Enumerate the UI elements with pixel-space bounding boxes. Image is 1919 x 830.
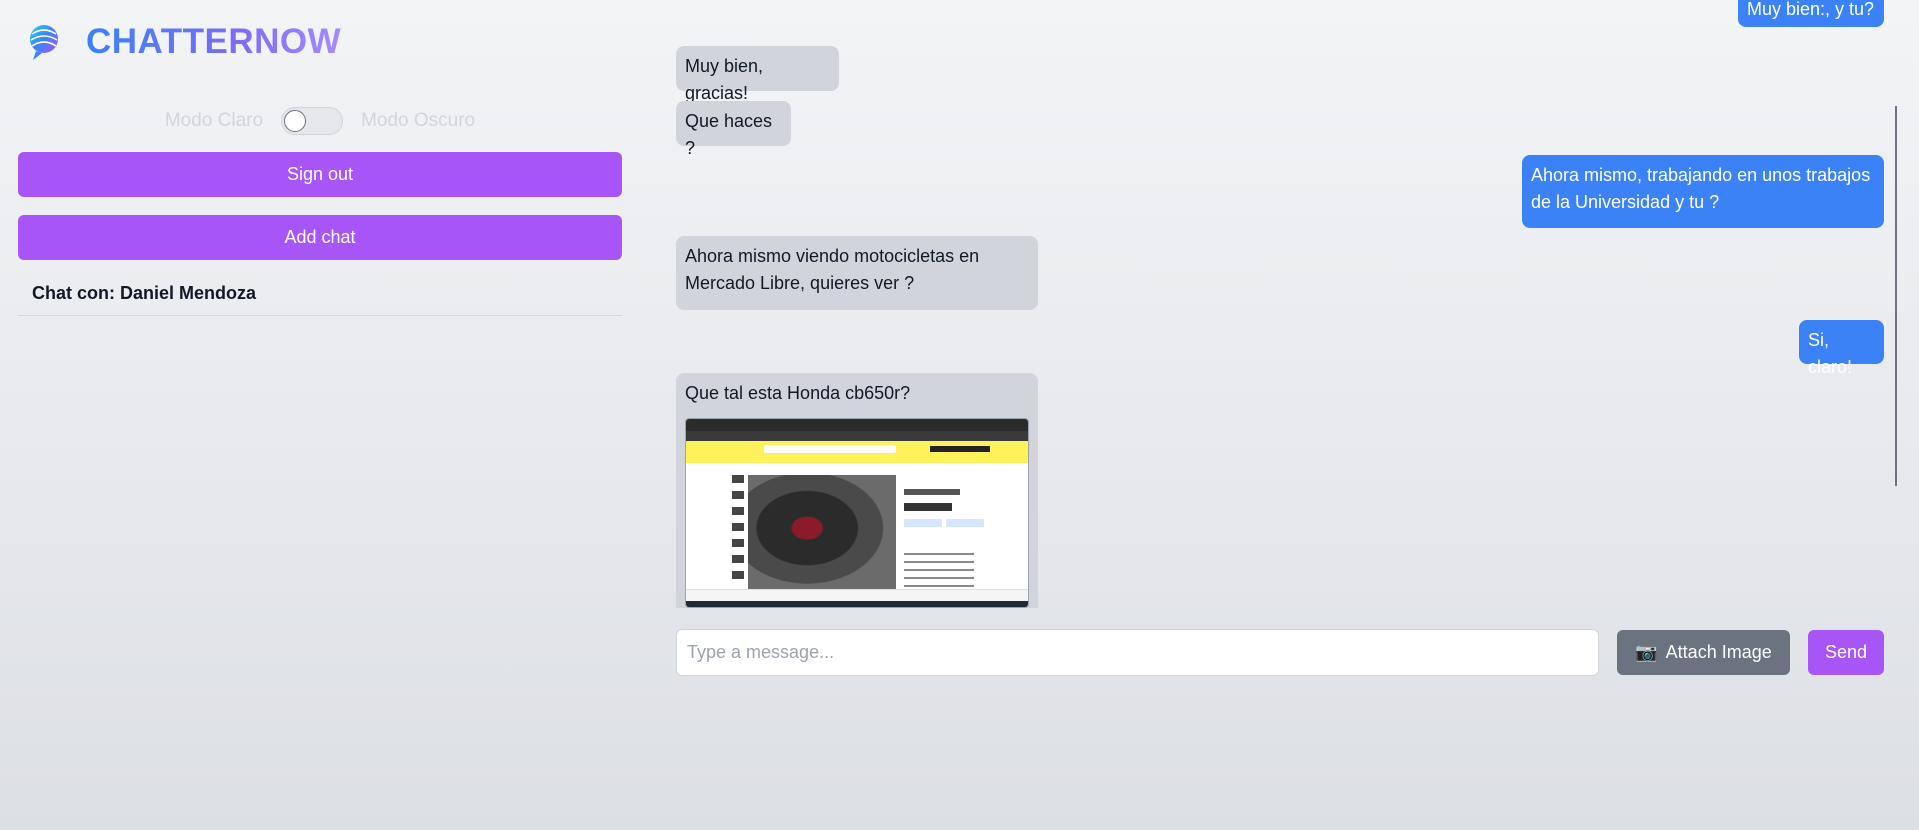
attach-image-label: Attach Image xyxy=(1665,642,1772,662)
image-browser-tabs xyxy=(686,419,1028,431)
light-mode-label: Modo Claro xyxy=(164,110,264,131)
sign-out-button[interactable]: Sign out xyxy=(18,152,622,197)
message-composer: 📷 Attach Image Send xyxy=(676,629,1884,677)
composer-divider xyxy=(660,609,1919,610)
message-bubble-in: Muy bien, gracias! xyxy=(676,46,839,103)
message-text: Que tal esta Honda cb650r? xyxy=(685,383,911,403)
attach-image-button[interactable]: 📷 Attach Image xyxy=(1617,630,1790,675)
send-button[interactable]: Send xyxy=(1808,630,1884,675)
brand: CHATTERNOW xyxy=(26,22,341,62)
message-bubble-in: Que haces ? xyxy=(676,101,791,158)
image-address-bar xyxy=(686,431,1028,441)
chat-messages: Muy bien:, y tu? Muy bien, gracias! Que … xyxy=(676,0,1884,608)
image-cookie-bar xyxy=(686,589,1028,601)
image-taskbar xyxy=(686,601,1028,607)
image-promo-badge xyxy=(930,446,990,452)
message-bubble-in: Ahora mismo viendo motocicletas en Merca… xyxy=(676,236,1038,310)
image-product-price xyxy=(904,503,952,511)
message-bubble-in-with-image: Que tal esta Honda cb650r? xyxy=(676,373,1038,608)
sidebar: CHATTERNOW Modo Claro Modo Oscuro Sign o… xyxy=(0,0,640,830)
message-bubble-out: Ahora mismo, trabajando en unos trabajos… xyxy=(1522,155,1884,228)
message-bubble-out: Muy bien:, y tu? xyxy=(1738,0,1884,27)
chat-list-item[interactable]: Chat con: Daniel Mendoza xyxy=(18,272,622,316)
image-feature-list xyxy=(904,553,974,587)
toggle-knob xyxy=(284,110,307,132)
add-chat-button[interactable]: Add chat xyxy=(18,215,622,260)
dark-mode-label: Modo Oscuro xyxy=(361,110,476,131)
globe-chat-icon xyxy=(30,25,58,60)
attached-image[interactable] xyxy=(685,418,1029,608)
image-thumbnails xyxy=(732,475,744,587)
scrollbar[interactable] xyxy=(1895,106,1897,486)
theme-toggle-row: Modo Claro Modo Oscuro xyxy=(0,105,640,137)
image-product-title xyxy=(904,489,960,495)
message-input[interactable] xyxy=(676,629,1599,676)
image-motorcycle-photo xyxy=(748,475,896,593)
image-button xyxy=(946,519,984,527)
app: CHATTERNOW Modo Claro Modo Oscuro Sign o… xyxy=(0,0,1919,830)
app-title: CHATTERNOW xyxy=(86,22,342,61)
image-search-box xyxy=(764,445,896,453)
image-button xyxy=(904,519,942,527)
theme-toggle[interactable] xyxy=(281,107,344,135)
camera-icon: 📷 xyxy=(1635,642,1658,662)
message-bubble-out: Si, claro! xyxy=(1799,320,1884,377)
